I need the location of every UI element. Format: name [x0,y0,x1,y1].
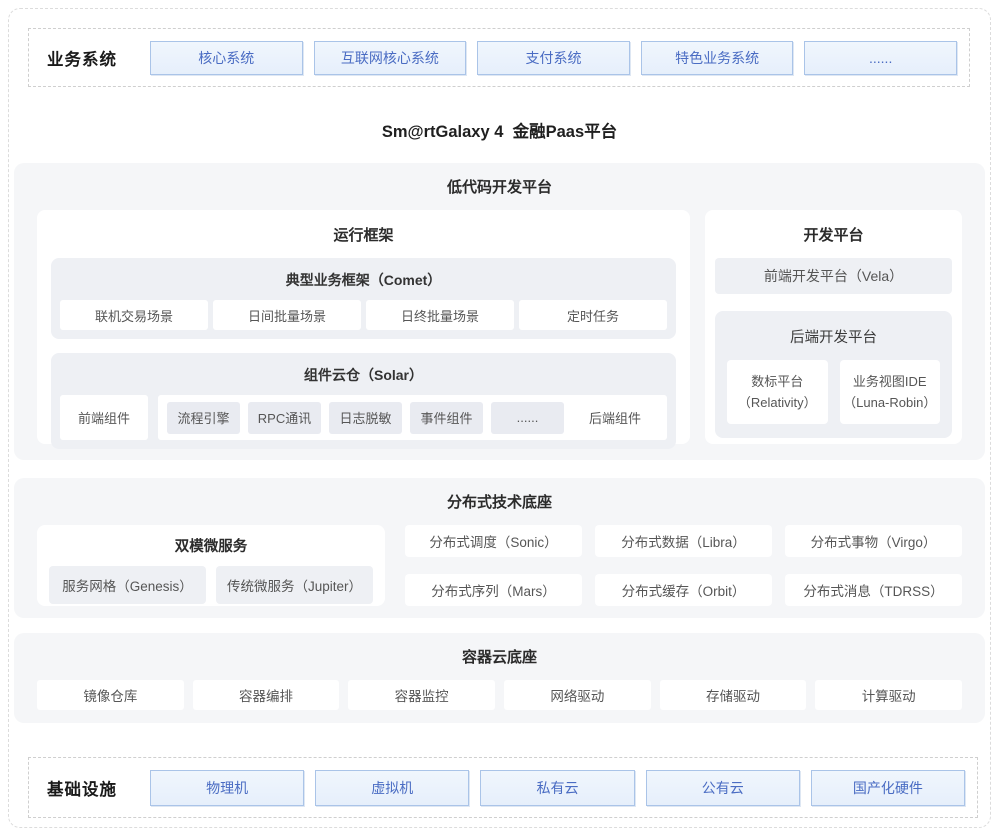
solar-log-masking[interactable]: 日志脱敏 [329,402,402,434]
distributed-transaction-virgo[interactable]: 分布式事物（Virgo） [785,525,962,557]
solar-event-component[interactable]: 事件组件 [410,402,483,434]
comet-online-transaction[interactable]: 联机交易场景 [60,300,208,330]
solar-frontend-component[interactable]: 前端组件 [60,395,148,440]
lowcode-platform-title: 低代码开发平台 [37,176,962,197]
distributed-base-section: 分布式技术底座 双模微服务 服务网格（Genesis） 传统微服务（Jupite… [14,478,985,618]
container-orchestration[interactable]: 容器编排 [193,680,340,710]
service-mesh-genesis[interactable]: 服务网格（Genesis） [49,566,206,604]
runtime-framework-title: 运行框架 [51,224,676,245]
business-systems-label: 业务系统 [43,46,139,70]
distributed-cache-orbit[interactable]: 分布式缓存（Orbit） [595,574,772,606]
solar-component-title: 组件云仓（Solar） [60,365,667,385]
comet-scheduled-task[interactable]: 定时任务 [519,300,667,330]
infra-private-cloud[interactable]: 私有云 [480,770,634,806]
business-view-ide-luna-robin[interactable]: 业务视图IDE （Luna-Robin） [840,360,941,424]
dual-mode-microservice-panel: 双模微服务 服务网格（Genesis） 传统微服务（Jupiter） [37,525,385,606]
storage-driver[interactable]: 存储驱动 [660,680,807,710]
dual-mode-microservice-title: 双模微服务 [49,535,373,556]
comet-framework-box: 典型业务框架（Comet） 联机交易场景 日间批量场景 日终批量场景 定时任务 [51,258,676,339]
comet-framework-title: 典型业务框架（Comet） [60,270,667,290]
distributed-data-libra[interactable]: 分布式数据（Libra） [595,525,772,557]
solar-rpc-comm[interactable]: RPC通讯 [248,402,321,434]
business-system-more[interactable]: ...... [804,41,957,75]
business-systems-group: 业务系统 核心系统 互联网核心系统 支付系统 特色业务系统 ...... [28,28,970,87]
network-driver[interactable]: 网络驱动 [504,680,651,710]
compute-driver[interactable]: 计算驱动 [815,680,962,710]
infra-domestic-hardware[interactable]: 国产化硬件 [811,770,965,806]
infra-public-cloud[interactable]: 公有云 [646,770,800,806]
page-title: Sm@rtGalaxy 4 金融Paas平台 [0,118,999,142]
dev-platform-title: 开发平台 [715,224,952,245]
container-cloud-section: 容器云底座 镜像仓库 容器编排 容器监控 网络驱动 存储驱动 计算驱动 [14,633,985,723]
business-system-payment[interactable]: 支付系统 [477,41,630,75]
comet-eod-batch[interactable]: 日终批量场景 [366,300,514,330]
backend-dev-platform-box: 后端开发平台 数标平台 （Relativity） 业务视图IDE （Luna-R… [715,311,952,438]
runtime-framework-panel: 运行框架 典型业务框架（Comet） 联机交易场景 日间批量场景 日终批量场景 … [37,210,690,444]
distributed-scheduling-sonic[interactable]: 分布式调度（Sonic） [405,525,582,557]
image-registry[interactable]: 镜像仓库 [37,680,184,710]
frontend-dev-platform-vela[interactable]: 前端开发平台（Vela） [715,258,952,294]
data-standard-platform-relativity[interactable]: 数标平台 （Relativity） [727,360,828,424]
solar-more[interactable]: ...... [491,402,564,434]
business-system-special[interactable]: 特色业务系统 [641,41,794,75]
business-system-internet-core[interactable]: 互联网核心系统 [314,41,467,75]
backend-dev-platform-title: 后端开发平台 [727,326,940,347]
architecture-diagram: 业务系统 核心系统 互联网核心系统 支付系统 特色业务系统 ...... Sm@… [0,0,999,836]
solar-backend-panel: 流程引擎 RPC通讯 日志脱敏 事件组件 ...... 后端组件 [158,395,667,440]
dev-platform-panel: 开发平台 前端开发平台（Vela） 后端开发平台 数标平台 （Relativit… [705,210,962,444]
business-system-core[interactable]: 核心系统 [150,41,303,75]
infrastructure-label: 基础设施 [43,776,139,800]
distributed-message-tdrss[interactable]: 分布式消息（TDRSS） [785,574,962,606]
container-monitoring[interactable]: 容器监控 [348,680,495,710]
infrastructure-group: 基础设施 物理机 虚拟机 私有云 公有云 国产化硬件 [28,757,978,818]
container-cloud-title: 容器云底座 [37,646,962,667]
lowcode-platform-section: 低代码开发平台 运行框架 典型业务框架（Comet） 联机交易场景 日间批量场景… [14,163,985,460]
distributed-sequence-mars[interactable]: 分布式序列（Mars） [405,574,582,606]
distributed-services-grid: 分布式调度（Sonic） 分布式数据（Libra） 分布式事物（Virgo） 分… [405,525,962,606]
solar-backend-component-label: 后端组件 [572,408,658,427]
solar-component-box: 组件云仓（Solar） 前端组件 流程引擎 RPC通讯 日志脱敏 事件组件 ..… [51,353,676,449]
comet-intraday-batch[interactable]: 日间批量场景 [213,300,361,330]
traditional-microservice-jupiter[interactable]: 传统微服务（Jupiter） [216,566,373,604]
distributed-base-title: 分布式技术底座 [37,491,962,512]
solar-process-engine[interactable]: 流程引擎 [167,402,240,434]
infra-virtual-machine[interactable]: 虚拟机 [315,770,469,806]
infra-physical-machine[interactable]: 物理机 [150,770,304,806]
